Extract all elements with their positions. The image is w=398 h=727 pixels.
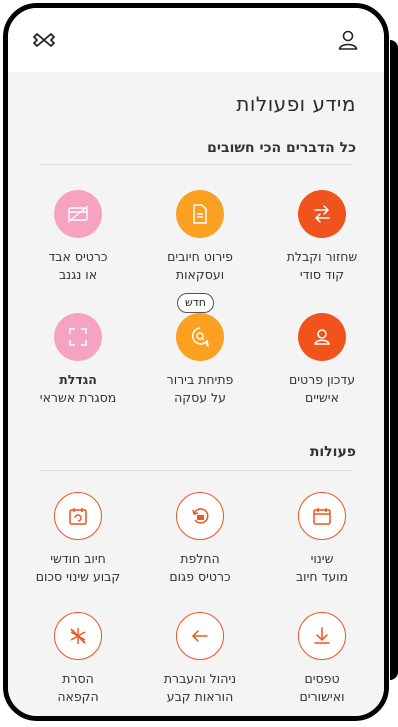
tile-forms[interactable]: טפסים ואישורים [270, 612, 374, 706]
arrow-left-icon [176, 612, 224, 660]
tile-label: כרטיס אבד או נגנב [48, 249, 108, 282]
tile-label: ניהול והעברת הוראות קבע [163, 671, 237, 704]
section-title-actions: פעולות [309, 444, 356, 460]
tile-change-billing-date[interactable]: שינוי מועד חיוב [270, 492, 374, 586]
calendar-refresh-icon [54, 492, 102, 540]
card-replace-icon [176, 492, 224, 540]
search-bubble-icon [176, 313, 224, 361]
app-logo-icon[interactable] [30, 26, 58, 54]
phone-side-edge [390, 40, 398, 680]
tile-label-rest: מסגרת אשראי [39, 390, 117, 405]
calendar-icon [298, 492, 346, 540]
person-icon [298, 313, 346, 361]
main-content: מידע ופעולות כל הדברים הכי חשובים שחזור … [8, 72, 384, 716]
divider [40, 164, 352, 165]
tile-label: פתיחת בירור על עסקה [166, 372, 234, 405]
tile-label: עדכון פרטים אישיים [288, 372, 356, 405]
tile-standing-orders[interactable]: ניהול והעברת הוראות קבע [148, 612, 252, 706]
tile-update-details[interactable]: עדכון פרטים אישיים [270, 313, 374, 407]
top-bar [8, 8, 384, 72]
snowflake-off-icon [54, 612, 102, 660]
user-icon[interactable] [334, 26, 362, 54]
tile-transactions[interactable]: פירוט חיובים ועסקאות [148, 190, 252, 284]
tile-label: שינוי מועד חיוב [295, 551, 349, 584]
tile-credit-increase[interactable]: הגדלת מסגרת אשראי [26, 313, 130, 407]
document-icon [176, 190, 224, 238]
tile-monthly-charge[interactable]: חיוב חודשי קבוע שינוי סכום [26, 492, 130, 586]
new-badge: חדש [177, 293, 214, 313]
tile-pin-recovery[interactable]: שחזור וקבלת קוד סודי [270, 190, 374, 284]
tile-open-inquiry[interactable]: חדש פתיחת בירור על עסקה [148, 293, 252, 407]
section-title-info: כל הדברים הכי חשובים [207, 140, 356, 156]
tile-unfreeze[interactable]: הסרת הקפאה [26, 612, 130, 706]
tile-label: חיוב חודשי קבוע שינוי סכום [35, 551, 121, 584]
expand-icon [54, 313, 102, 361]
phone-frame: מידע ופעולות כל הדברים הכי חשובים שחזור … [3, 3, 389, 721]
tile-label: הסרת הקפאה [57, 671, 99, 704]
tile-label: הגדלת מסגרת אשראי [26, 371, 130, 407]
tile-lost-card[interactable]: כרטיס אבד או נגנב [26, 190, 130, 284]
tile-label: שחזור וקבלת קוד סודי [286, 249, 358, 282]
tile-label: פירוט חיובים ועסקאות [167, 249, 233, 282]
download-icon [298, 612, 346, 660]
blocked-card-icon [54, 190, 102, 238]
tile-replace-card[interactable]: החלפת כרטיס פגום [148, 492, 252, 586]
tile-label: טפסים ואישורים [299, 671, 345, 704]
page-title: מידע ופעולות [236, 92, 356, 116]
tile-label-bold: הגדלת [59, 372, 97, 387]
divider [40, 470, 352, 471]
tile-label: החלפת כרטיס פגום [169, 551, 231, 584]
swap-arrows-icon [298, 190, 346, 238]
